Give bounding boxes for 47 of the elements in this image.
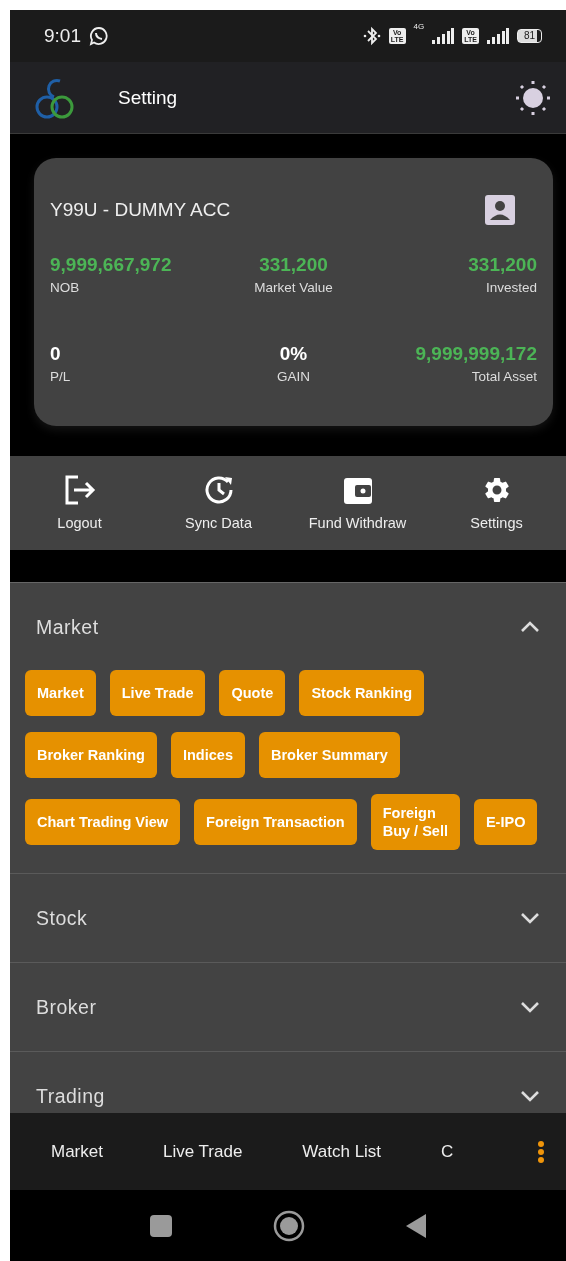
home-icon[interactable] [273,1209,305,1242]
bluetooth-icon [362,26,381,46]
recents-icon[interactable] [149,1213,173,1238]
clock-refresh-icon [203,475,234,505]
back-icon[interactable] [405,1212,427,1239]
more-icon[interactable] [538,1141,544,1163]
action-button[interactable]: Logout [10,456,149,550]
profile-icon[interactable] [485,195,515,225]
section-title[interactable]: Broker [36,995,97,1019]
stat-value: 331,200 [259,254,328,276]
stat-value: 9,999,667,972 [50,254,172,276]
chevron-icon[interactable] [520,1001,540,1013]
clock-time: 9:01 [44,25,81,47]
logout-icon [63,475,96,505]
battery-level: 81 [516,29,542,43]
stat-label: NOB [50,280,80,295]
network-type: 4G [413,22,425,31]
stat-value: 0 [50,343,61,365]
page-title: Setting [118,86,178,109]
signal-icon [432,28,455,44]
action-button[interactable]: Settings [427,456,566,550]
logo-icon [34,76,76,119]
stat-value: 9,999,999,172 [415,343,537,365]
chevron-icon[interactable] [520,912,540,924]
stat-label: GAIN [277,369,310,384]
action-button[interactable]: Sync Data [149,456,288,550]
chat-bubble-icon [89,26,109,46]
stat-value: 331,200 [468,254,537,276]
stat-label: Market Value [254,280,333,295]
nav-tab[interactable]: Market [51,1141,103,1162]
stat-value: 0% [279,343,308,365]
stat-label: Total Asset [471,369,537,384]
stat-label: Invested [485,280,537,295]
section-title[interactable]: Stock [36,906,88,930]
section-title[interactable]: Trading [36,1084,105,1108]
action-button[interactable]: Fund Withdraw [288,456,427,550]
nav-tab[interactable]: Live Trade [162,1141,243,1162]
nav-tab[interactable]: Watch List [302,1141,382,1162]
chevron-icon[interactable] [520,621,540,633]
chevron-icon[interactable] [520,1090,540,1102]
sun-icon[interactable] [516,80,550,115]
account-name: Y99U - DUMMY ACC [50,199,231,221]
section-title[interactable]: Market [36,615,99,639]
stat-label: P/L [50,369,71,384]
nav-tab[interactable]: C [441,1141,454,1162]
signal-icon [486,28,509,44]
wallet-icon [342,475,373,505]
